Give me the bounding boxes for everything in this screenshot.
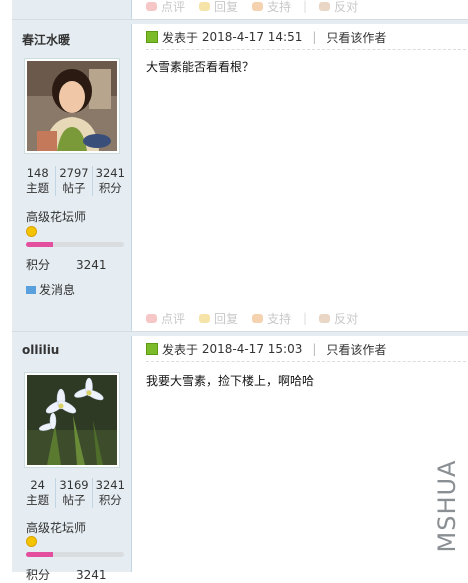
post-content: 大雪素能否看看根？ bbox=[146, 60, 255, 74]
post-content: 我要大雪素，捡下楼上，啊哈哈 bbox=[146, 374, 315, 388]
thumb-up-icon bbox=[252, 313, 264, 323]
thumb-down-icon bbox=[319, 313, 331, 323]
envelope-icon bbox=[26, 285, 36, 294]
prev-post-footer: 点评 回复 支持 | 反对 bbox=[132, 0, 468, 20]
user-rank: 高级花坛师 bbox=[26, 210, 87, 224]
support-action[interactable]: 支持 bbox=[252, 310, 291, 327]
level-progress-fill bbox=[26, 552, 54, 557]
reply-icon bbox=[199, 313, 211, 323]
stat-threads[interactable]: 148 主题 bbox=[20, 166, 55, 196]
comment-icon bbox=[146, 313, 157, 323]
post-author-sidebar: 春江水暖 148 主题 2797 帖子 3241 积分 高级花坛师 积分 3241 发消… bbox=[12, 24, 132, 331]
comment-icon bbox=[146, 1, 157, 11]
post-time: 2018-4-17 15:03 bbox=[201, 342, 303, 356]
reply-icon bbox=[199, 1, 211, 11]
avatar-photo bbox=[27, 375, 117, 465]
post-body: 发表于 2018-4-17 14:51 | 只看该作者 大雪素能否看看根？ 点评… bbox=[132, 24, 468, 331]
avatar[interactable] bbox=[24, 58, 120, 154]
post-body: 发表于 2018-4-17 15:03 | 只看该作者 我要大雪素，捡下楼上，啊… bbox=[132, 336, 468, 572]
action-divider: | bbox=[303, 311, 308, 325]
comment-action[interactable]: 点评 bbox=[146, 310, 185, 327]
level-progress-fill bbox=[26, 242, 54, 247]
oppose-action[interactable]: 反对 bbox=[319, 310, 358, 327]
support-action[interactable]: 支持 bbox=[252, 0, 291, 15]
avatar-photo bbox=[27, 61, 117, 151]
prev-post-sidebar bbox=[12, 0, 132, 20]
level-progress-bar bbox=[26, 242, 124, 247]
smiley-icon bbox=[26, 226, 37, 237]
send-message-link[interactable]: 发消息 bbox=[26, 281, 75, 298]
stat-threads[interactable]: 24 主题 bbox=[20, 478, 55, 508]
reply-action[interactable]: 回复 bbox=[199, 0, 238, 15]
author-name[interactable]: olliliu bbox=[22, 343, 59, 357]
thumb-up-icon bbox=[252, 1, 264, 11]
user-points: 积分 3241 bbox=[26, 568, 107, 582]
post-time: 2018-4-17 14:51 bbox=[201, 30, 303, 44]
online-status-icon bbox=[146, 31, 158, 43]
oppose-action[interactable]: 反对 bbox=[319, 0, 358, 15]
reply-action[interactable]: 回复 bbox=[199, 310, 238, 327]
author-stats: 148 主题 2797 帖子 3241 积分 bbox=[20, 166, 128, 196]
level-progress-bar bbox=[26, 552, 124, 557]
stat-points[interactable]: 3241 积分 bbox=[91, 478, 128, 508]
avatar[interactable] bbox=[24, 372, 120, 468]
author-stats: 24 主题 3169 帖子 3241 积分 bbox=[20, 478, 128, 508]
online-status-icon bbox=[146, 343, 158, 355]
stat-posts[interactable]: 2797 帖子 bbox=[55, 166, 91, 196]
user-rank: 高级花坛师 bbox=[26, 521, 87, 535]
author-name[interactable]: 春江水暖 bbox=[22, 31, 70, 48]
action-divider: | bbox=[303, 0, 308, 13]
only-author-link[interactable]: 只看该作者 bbox=[326, 29, 386, 46]
header-divider: | bbox=[312, 30, 317, 44]
post-author-sidebar: olliliu 24 主题 3169 帖子 3241 积分 高级花坛师 积分 3… bbox=[12, 336, 132, 582]
post-actions: 点评 回复 支持 | 反对 bbox=[146, 308, 372, 328]
header-divider: | bbox=[312, 342, 317, 356]
post-actions: 点评 回复 支持 | 反对 bbox=[146, 0, 372, 16]
post-header: 发表于 2018-4-17 14:51 | 只看该作者 bbox=[146, 25, 466, 50]
watermark: MSHUA bbox=[433, 459, 461, 553]
thumb-down-icon bbox=[319, 1, 331, 11]
post-header: 发表于 2018-4-17 15:03 | 只看该作者 bbox=[146, 337, 466, 362]
stat-posts[interactable]: 3169 帖子 bbox=[55, 478, 91, 508]
smiley-icon bbox=[26, 536, 37, 547]
comment-action[interactable]: 点评 bbox=[146, 0, 185, 15]
only-author-link[interactable]: 只看该作者 bbox=[326, 341, 386, 358]
user-points: 积分 3241 bbox=[26, 258, 107, 272]
stat-points[interactable]: 3241 积分 bbox=[91, 166, 128, 196]
page-gutter bbox=[0, 0, 12, 572]
